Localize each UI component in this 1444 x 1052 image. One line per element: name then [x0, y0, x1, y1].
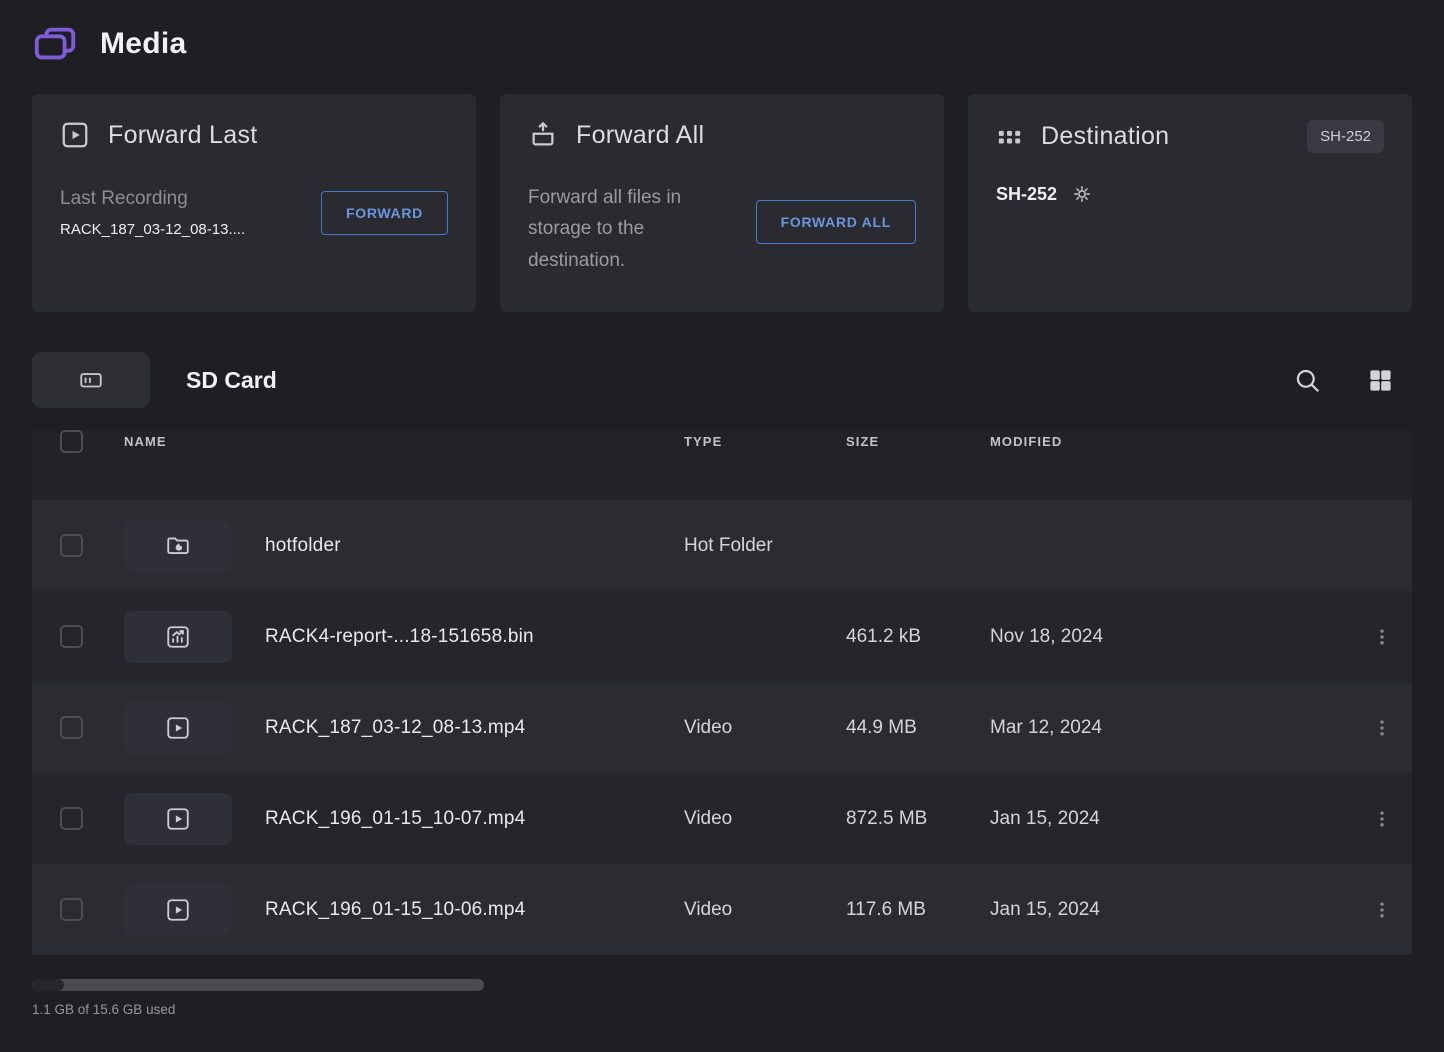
storage-toolbar: SD Card: [32, 352, 1412, 408]
page-header: Media: [32, 0, 1412, 68]
action-cards: Forward Last Last Recording RACK_187_03-…: [32, 94, 1412, 312]
destination-card: Destination SH-252 SH-252: [968, 94, 1412, 312]
table-row[interactable]: RACK_196_01-15_10-07.mp4 Video 872.5 MB …: [32, 773, 1412, 864]
forward-all-title: Forward All: [576, 121, 704, 150]
last-recording-filename: RACK_187_03-12_08-13....: [60, 221, 245, 238]
destination-value: SH-252: [996, 184, 1057, 205]
file-icon-tile: [124, 611, 232, 663]
file-name: hotfolder: [265, 535, 684, 557]
table-row[interactable]: RACK4-report-...18-151658.bin 461.2 kB N…: [32, 591, 1412, 682]
file-type: Video: [684, 808, 846, 830]
last-recording-label: Last Recording: [60, 188, 245, 210]
storage-title: SD Card: [186, 367, 277, 394]
table-row[interactable]: hotfolder Hot Folder: [32, 500, 1412, 591]
file-size: 461.2 kB: [846, 626, 990, 648]
file-modified: Jan 15, 2024: [990, 899, 1352, 921]
kebab-icon: [1372, 627, 1392, 647]
storage-usage-bar[interactable]: [32, 979, 484, 991]
forward-last-card: Forward Last Last Recording RACK_187_03-…: [32, 94, 476, 312]
kebab-icon: [1372, 809, 1392, 829]
media-logo-icon: [32, 21, 78, 67]
table-row[interactable]: RACK_187_03-12_08-13.mp4 Video 44.9 MB M…: [32, 682, 1412, 773]
grid-view-icon: [1367, 367, 1394, 394]
file-type: Hot Folder: [684, 535, 846, 557]
last-recording-info: Last Recording RACK_187_03-12_08-13....: [60, 188, 245, 238]
table-header: NAME TYPE SIZE MODIFIED: [32, 430, 1412, 500]
row-checkbox[interactable]: [60, 716, 83, 739]
storage-usage-text: 1.1 GB of 15.6 GB used: [32, 1002, 1412, 1017]
box-arrow-up-icon: [528, 120, 558, 150]
forward-all-card: Forward All Forward all files in storage…: [500, 94, 944, 312]
media-page: Media Forward Last Last Recording RACK_1…: [0, 0, 1444, 1017]
grid-dots-icon: [996, 123, 1023, 150]
file-name: RACK_196_01-15_10-06.mp4: [265, 899, 684, 921]
report-chart-icon: [165, 624, 191, 650]
row-checkbox[interactable]: [60, 807, 83, 830]
file-icon-tile: [124, 520, 232, 572]
forward-all-description: Forward all files in storage to the dest…: [528, 182, 740, 276]
header-name: NAME: [124, 434, 684, 449]
file-name: RACK4-report-...18-151658.bin: [265, 626, 684, 648]
video-file-icon: [165, 806, 191, 832]
row-menu-button[interactable]: [1366, 894, 1398, 926]
row-menu-button[interactable]: [1366, 621, 1398, 653]
row-checkbox[interactable]: [60, 534, 83, 557]
file-icon-tile: [124, 702, 232, 754]
grid-view-button[interactable]: [1367, 367, 1394, 394]
row-menu-button[interactable]: [1366, 803, 1398, 835]
row-menu-button[interactable]: [1366, 712, 1398, 744]
file-icon-tile: [124, 884, 232, 936]
destination-settings-button[interactable]: [1071, 183, 1093, 205]
select-all-checkbox[interactable]: [60, 430, 83, 453]
sd-card-icon: [78, 367, 104, 393]
sd-card-button[interactable]: [32, 352, 150, 408]
file-size: 872.5 MB: [846, 808, 990, 830]
gear-icon: [1071, 183, 1093, 205]
file-type: Video: [684, 717, 846, 739]
page-title: Media: [100, 27, 187, 61]
header-type: TYPE: [684, 434, 846, 449]
storage-footer: 1.1 GB of 15.6 GB used: [32, 979, 1412, 1017]
destination-badge: SH-252: [1307, 120, 1384, 153]
file-size: 44.9 MB: [846, 717, 990, 739]
storage-usage-fill: [32, 979, 64, 991]
table-body: hotfolder Hot Folder: [32, 500, 1412, 955]
header-size: SIZE: [846, 434, 990, 449]
file-modified: Jan 15, 2024: [990, 808, 1352, 830]
forward-last-title: Forward Last: [108, 121, 258, 150]
destination-title: Destination: [1041, 122, 1169, 151]
forward-button[interactable]: FORWARD: [321, 191, 448, 235]
file-modified: Mar 12, 2024: [990, 717, 1352, 739]
kebab-icon: [1372, 900, 1392, 920]
file-type: Video: [684, 899, 846, 921]
file-table: NAME TYPE SIZE MODIFIED: [32, 430, 1412, 955]
search-button[interactable]: [1294, 367, 1321, 394]
file-icon-tile: [124, 793, 232, 845]
row-checkbox[interactable]: [60, 625, 83, 648]
hot-folder-icon: [165, 533, 191, 559]
kebab-icon: [1372, 718, 1392, 738]
forward-all-button[interactable]: FORWARD ALL: [756, 200, 916, 244]
file-modified: Nov 18, 2024: [990, 626, 1352, 648]
file-name: RACK_187_03-12_08-13.mp4: [265, 717, 684, 739]
table-row[interactable]: RACK_196_01-15_10-06.mp4 Video 117.6 MB …: [32, 864, 1412, 955]
file-size: 117.6 MB: [846, 899, 990, 921]
video-file-icon: [165, 897, 191, 923]
file-name: RACK_196_01-15_10-07.mp4: [265, 808, 684, 830]
row-checkbox[interactable]: [60, 898, 83, 921]
play-square-icon: [60, 120, 90, 150]
header-modified: MODIFIED: [990, 434, 1352, 449]
video-file-icon: [165, 715, 191, 741]
search-icon: [1294, 367, 1321, 394]
